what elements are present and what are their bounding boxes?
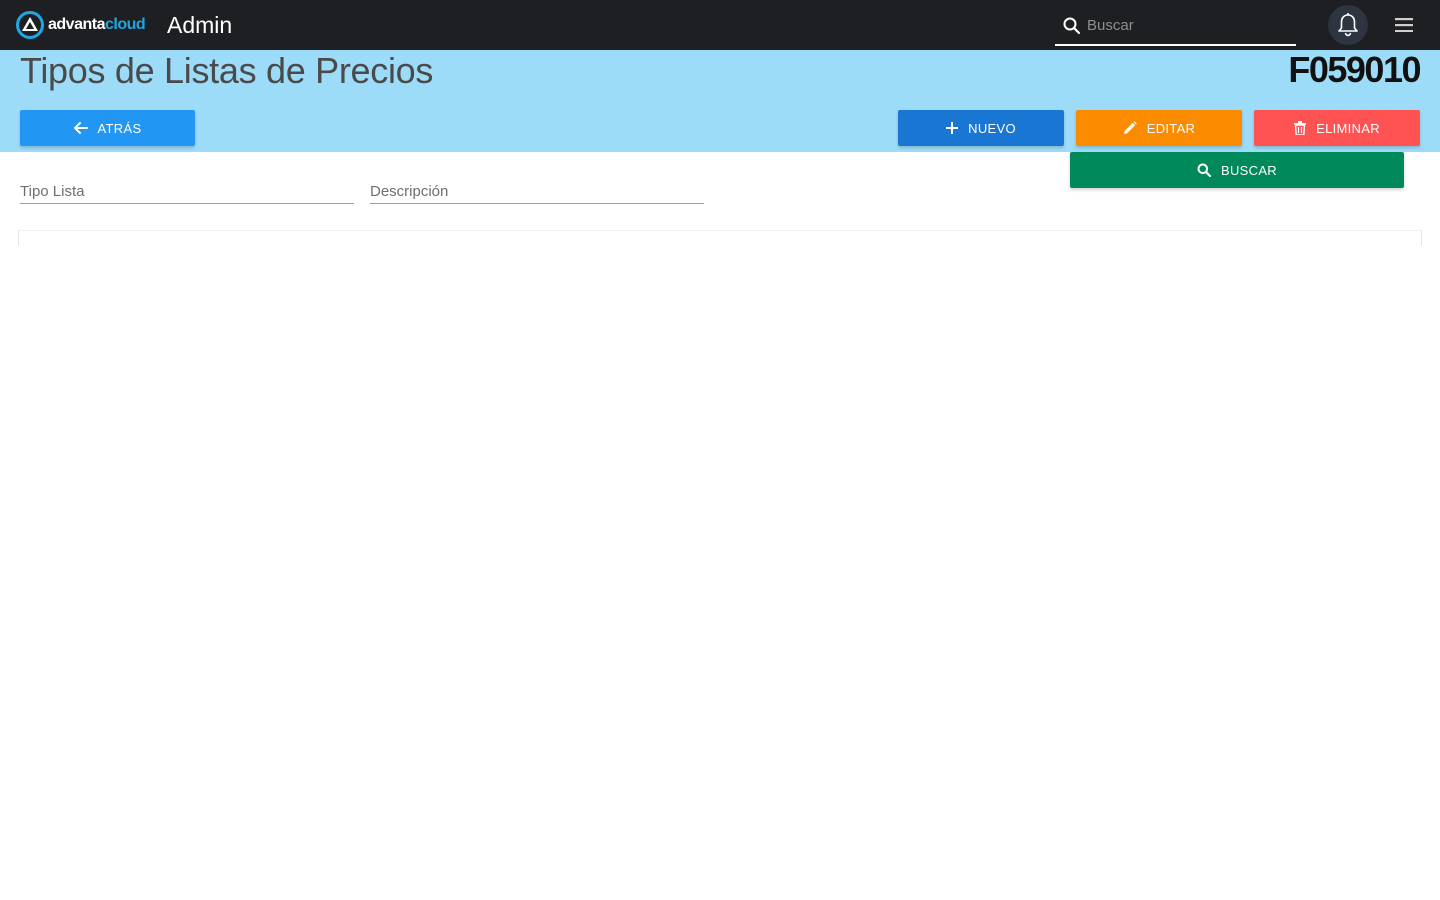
logo-text-advanta: advanta <box>48 16 105 33</box>
delete-button[interactable]: ELIMINAR <box>1254 110 1420 146</box>
new-button[interactable]: NUEVO <box>898 110 1064 146</box>
new-button-label: NUEVO <box>968 120 1016 136</box>
edit-button-label: EDITAR <box>1146 120 1196 136</box>
form-code: F059010 <box>1288 49 1421 90</box>
search-icon <box>1197 163 1211 177</box>
hamburger-menu-button[interactable] <box>1392 13 1416 37</box>
page-title: Tipos de Listas de Precios <box>20 50 434 91</box>
edit-button[interactable]: EDITAR <box>1076 110 1242 146</box>
search-button[interactable]: BUSCAR <box>1070 152 1404 188</box>
logo-text-cloud: cloud <box>104 16 146 33</box>
descripcion-input[interactable] <box>370 180 704 202</box>
plus-icon <box>946 122 959 134</box>
trash-icon <box>1294 121 1307 135</box>
notifications-button[interactable] <box>1328 5 1368 45</box>
top-navbar: advantacloud Admin <box>0 0 1440 50</box>
advantacloud-logo[interactable]: advantacloud <box>16 11 146 39</box>
pencil-icon <box>1123 121 1137 134</box>
app-title: Admin <box>167 12 233 38</box>
back-button-label: ATRÁS <box>97 120 142 136</box>
search-icon <box>1063 17 1081 35</box>
descripcion-field <box>370 172 704 204</box>
delete-button-label: ELIMINAR <box>1316 120 1380 136</box>
back-button[interactable]: ATRÁS <box>20 110 195 146</box>
logo-mark-icon <box>16 11 44 39</box>
tipo-lista-field <box>20 172 354 204</box>
tipo-lista-input[interactable] <box>20 180 354 202</box>
bell-icon <box>1338 13 1358 37</box>
global-search-input[interactable] <box>1087 12 1287 38</box>
page-header: Tipos de Listas de Precios F059010 ATRÁS… <box>0 50 1440 152</box>
search-button-label: BUSCAR <box>1221 162 1277 178</box>
results-table <box>18 230 1422 246</box>
arrow-left-icon <box>73 122 88 134</box>
global-search <box>1055 6 1296 46</box>
hamburger-menu-icon <box>1395 18 1413 32</box>
